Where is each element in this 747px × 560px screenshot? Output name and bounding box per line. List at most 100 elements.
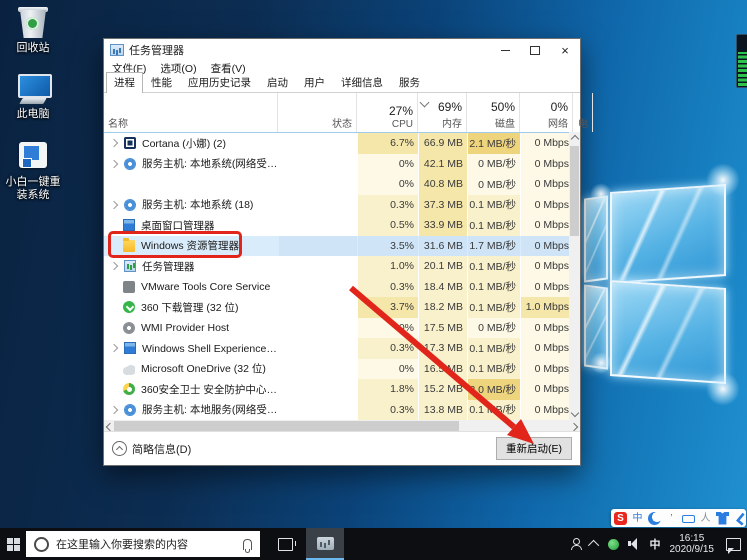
tab-用户[interactable]: 用户 (296, 72, 333, 92)
people-icon[interactable] (570, 538, 582, 550)
disk-cell: 0.1 MB/秒 (468, 215, 520, 236)
column-header-内存[interactable]: 69%内存 (419, 93, 467, 132)
table-row[interactable]: 服务主机: 本地系统 (18)0.3%37.3 MB0.1 MB/秒0 Mbps (104, 195, 580, 216)
table-row[interactable]: Windows Shell Experience 主...0.3%17.3 MB… (104, 338, 580, 359)
clock[interactable]: 16:15 2020/9/15 (670, 533, 715, 555)
scrollbar-thumb[interactable] (114, 421, 459, 431)
night-mode-icon[interactable] (648, 512, 661, 525)
desktop-icon-xiaobai[interactable]: 小白一键重装系统 (0, 140, 66, 202)
this-pc-icon (15, 72, 51, 106)
desktop-icon-recycle-bin[interactable]: 回收站 (0, 6, 66, 55)
vm-icon (123, 281, 135, 293)
tray-chevron-up-icon[interactable] (587, 540, 598, 551)
table-row[interactable]: 桌面窗口管理器0.5%33.9 MB0.1 MB/秒0 Mbps (104, 215, 580, 236)
scroll-up-icon[interactable] (570, 135, 578, 143)
minimize-button[interactable] (490, 39, 520, 61)
tab-进程[interactable]: 进程 (106, 72, 143, 93)
mem-cell: 33.9 MB (419, 215, 467, 236)
column-header-磁盘[interactable]: 50%磁盘 (468, 93, 520, 132)
task-view-button[interactable] (268, 528, 302, 560)
soft-keyboard-icon[interactable] (682, 515, 695, 523)
table-row[interactable]: Microsoft OneDrive (32 位)0%16.5 MB0.1 MB… (104, 359, 580, 380)
vertical-scrollbar[interactable] (569, 132, 580, 420)
action-center-icon[interactable] (726, 538, 741, 551)
scrollbar-thumb[interactable] (570, 146, 579, 236)
language-indicator[interactable]: 中 (650, 536, 661, 552)
table-row[interactable]: Windows 资源管理器3.5%31.6 MB1.7 MB/秒0 Mbps (104, 236, 580, 257)
status-cell (279, 174, 357, 195)
net-cell: 0 Mbps (521, 400, 573, 421)
skin-icon[interactable] (716, 512, 729, 525)
gear-icon (124, 199, 136, 211)
expand-chevron-icon[interactable] (110, 160, 118, 168)
toolbox-icon[interactable] (730, 509, 747, 527)
cpu-cell: 1.0% (358, 256, 418, 277)
wallpaper-pane (610, 280, 726, 384)
table-row[interactable]: Cortana (小娜) (2)6.7%66.9 MB2.1 MB/秒0 Mbp… (104, 133, 580, 154)
microphone-icon[interactable] (243, 539, 252, 550)
cpu-cell: 0.3% (358, 400, 418, 421)
expand-chevron-icon[interactable] (110, 406, 118, 414)
wallpaper-glow (706, 163, 740, 197)
windows-logo-icon (7, 538, 20, 551)
table-row[interactable]: 360安全卫士 安全防护中心模块...1.8%15.2 MB2.0 MB/秒0 … (104, 379, 580, 400)
scroll-left-icon[interactable] (106, 422, 114, 430)
column-header-CPU[interactable]: 27%CPU (358, 93, 418, 132)
expand-chevron-icon[interactable] (110, 139, 118, 147)
tab-应用历史记录[interactable]: 应用历史记录 (180, 72, 259, 92)
column-header-名称[interactable]: 名称 (104, 93, 278, 132)
table-row[interactable]: WMI Provider Host0%17.5 MB0 MB/秒0 Mbps (104, 318, 580, 339)
sogou-input-bar: S中 ’ 人 (611, 509, 746, 527)
table-row[interactable]: 任务管理器1.0%20.1 MB0.1 MB/秒0 Mbps (104, 256, 580, 277)
expand-chevron-icon[interactable] (110, 262, 118, 270)
title-bar[interactable]: 任务管理器 × (104, 39, 580, 61)
punctuation-icon[interactable]: ’ (665, 512, 678, 525)
account-icon[interactable]: 人 (699, 512, 712, 525)
recycle-bin-icon (15, 6, 51, 40)
table-row[interactable]: 360 下载管理 (32 位)3.7%18.2 MB0.1 MB/秒1.0 Mb… (104, 297, 580, 318)
process-name: 服务主机: 本地系统 (18) (142, 197, 253, 212)
table-row[interactable]: VMware Tools Core Service0.3%18.4 MB0.1 … (104, 277, 580, 298)
tab-性能[interactable]: 性能 (143, 72, 180, 92)
disk-cell: 2.0 MB/秒 (468, 379, 520, 400)
search-input[interactable]: 在这里输入你要搜索的内容 (26, 531, 260, 557)
maximize-button[interactable] (520, 39, 550, 61)
fewer-details-toggle[interactable]: 简略信息(D) (112, 441, 191, 457)
cortana-icon (34, 537, 49, 552)
tab-服务[interactable]: 服务 (391, 72, 428, 92)
column-header-网络[interactable]: 0%网络 (521, 93, 573, 132)
status-cell (279, 277, 357, 298)
disk-cell: 2.1 MB/秒 (468, 133, 520, 154)
expand-chevron-icon (110, 283, 117, 290)
restart-button[interactable]: 重新启动(E) (496, 437, 572, 460)
process-name: 360 下载管理 (32 位) (141, 300, 238, 315)
process-name-cell: Windows Shell Experience 主... (104, 338, 278, 359)
column-total: 50% (472, 100, 515, 114)
column-header-状态[interactable]: 状态 (279, 93, 357, 132)
table-row[interactable]: 0%40.8 MB0 MB/秒0 Mbps (104, 174, 580, 195)
tab-启动[interactable]: 启动 (259, 72, 296, 92)
volume-icon[interactable] (628, 538, 641, 550)
scroll-right-icon[interactable] (570, 422, 578, 430)
close-button[interactable]: × (550, 39, 580, 61)
scroll-down-icon[interactable] (570, 409, 578, 417)
clock-date: 2020/9/15 (670, 544, 715, 555)
360-tray-icon[interactable] (608, 539, 619, 550)
tab-详细信息[interactable]: 详细信息 (333, 72, 391, 92)
lang-mode-icon[interactable]: 中 (631, 512, 644, 525)
column-header-电[interactable]: 电 (574, 93, 593, 132)
folder-icon (123, 240, 135, 252)
column-label: 状态 (283, 114, 352, 130)
net-cell: 0 Mbps (521, 338, 573, 359)
disk-cell: 0.1 MB/秒 (468, 338, 520, 359)
sogou-logo-icon[interactable]: S (614, 512, 627, 525)
table-row[interactable]: 服务主机: 本地服务(网络受限) (5)0.3%13.8 MB0.1 MB/秒0… (104, 400, 580, 421)
start-button[interactable] (0, 528, 26, 560)
expand-chevron-icon[interactable] (110, 201, 118, 209)
taskbar-task-manager-button[interactable] (306, 528, 344, 560)
expand-chevron-icon[interactable] (110, 344, 118, 352)
task-view-icon (278, 538, 293, 551)
table-row[interactable]: 服务主机: 本地系统(网络受限) (7)0%42.1 MB0 MB/秒0 Mbp… (104, 154, 580, 175)
speed-gauge-widget[interactable] (736, 34, 747, 88)
desktop-icon-this-pc[interactable]: 此电脑 (0, 72, 66, 121)
